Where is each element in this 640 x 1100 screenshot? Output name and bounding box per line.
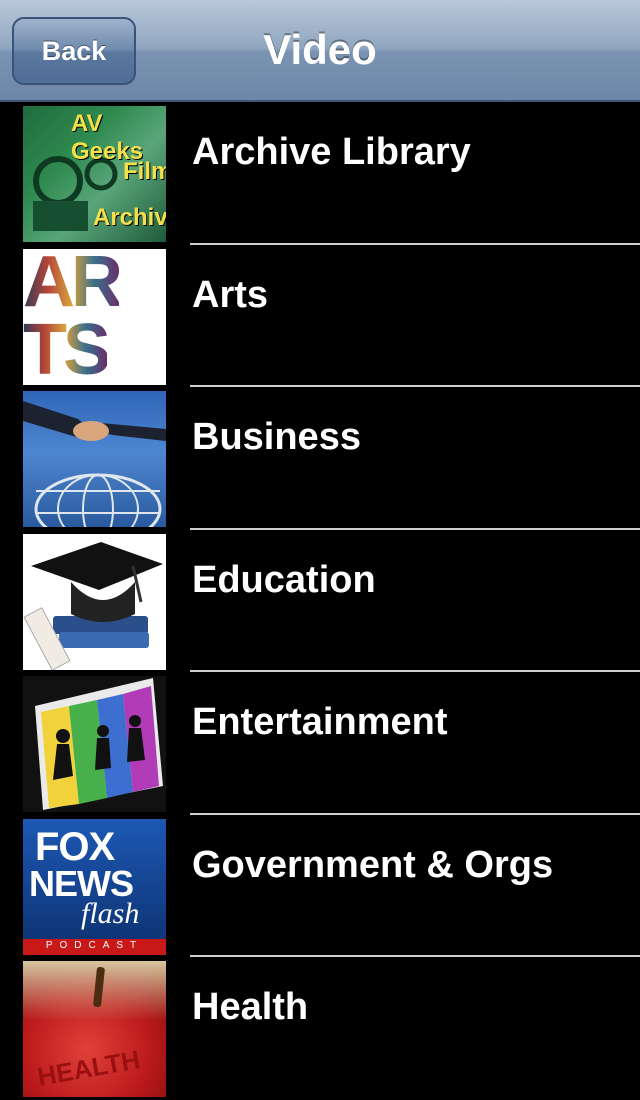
list-item-label: Business bbox=[192, 416, 361, 458]
dancers-graphic bbox=[35, 678, 163, 810]
government-orgs-thumbnail: FOX NEWS flash PODCAST bbox=[23, 818, 166, 955]
list-item-business[interactable]: Business bbox=[0, 387, 640, 530]
thumb-text-ts: TS bbox=[23, 309, 111, 385]
handshake-globe-graphic bbox=[23, 401, 166, 527]
list-item-label: Education bbox=[192, 558, 376, 601]
thumb-text-podcast: PODCAST bbox=[45, 939, 144, 951]
arts-thumbnail: AR TS bbox=[23, 248, 166, 385]
thumb-text-archive: Archive bbox=[93, 204, 166, 231]
list-item-label: Entertainment bbox=[192, 701, 448, 743]
list-item-label: Archive Library bbox=[192, 131, 471, 173]
list-item-label: Government & Orgs bbox=[192, 843, 554, 886]
entertainment-thumbnail bbox=[23, 676, 166, 812]
archive-library-thumbnail: AV Geeks Film Archive bbox=[23, 106, 166, 242]
business-thumbnail bbox=[23, 391, 166, 527]
thumb-text-health: HEALTH bbox=[35, 1044, 143, 1092]
list-item-label: Arts bbox=[192, 273, 269, 316]
list-item-arts[interactable]: AR TS Arts bbox=[0, 245, 640, 388]
health-thumbnail: HEALTH bbox=[23, 961, 166, 1097]
list-item-government-orgs[interactable]: FOX NEWS flash PODCAST Government & Orgs bbox=[0, 815, 640, 958]
navigation-bar: Back Video bbox=[0, 0, 640, 102]
back-button[interactable]: Back bbox=[12, 17, 136, 85]
list-item-archive-library[interactable]: AV Geeks Film Archive Archive Library bbox=[0, 102, 640, 245]
thumb-text-film: Film bbox=[123, 158, 166, 185]
video-category-list: AV Geeks Film Archive Archive Library AR… bbox=[0, 102, 640, 1100]
list-item-entertainment[interactable]: Entertainment bbox=[0, 672, 640, 815]
list-item-label: Health bbox=[192, 986, 309, 1028]
list-item-education[interactable]: Education bbox=[0, 530, 640, 673]
graduation-cap-graphic bbox=[23, 541, 163, 670]
education-thumbnail bbox=[23, 533, 166, 670]
list-item-health[interactable]: HEALTH Health bbox=[0, 957, 640, 1100]
thumb-text-flash: flash bbox=[81, 896, 140, 930]
